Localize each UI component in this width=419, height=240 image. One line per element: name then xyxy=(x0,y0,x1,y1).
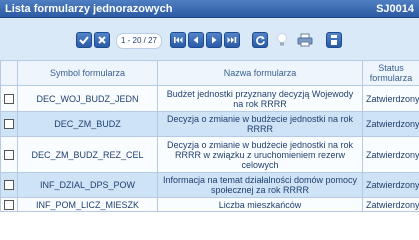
select-column-header xyxy=(0,60,18,86)
options-button[interactable] xyxy=(326,32,342,48)
row-checkbox[interactable] xyxy=(4,93,14,104)
status-column-header[interactable]: Status formularza xyxy=(362,60,419,86)
symbol-cell: DEC_WOJ_BUDZ_JEDN xyxy=(17,85,158,112)
symbol-column-header[interactable]: Symbol formularza xyxy=(17,60,158,86)
name-column-header[interactable]: Nazwa formularza xyxy=(157,60,363,86)
row-checkbox[interactable] xyxy=(4,199,14,210)
print-button[interactable] xyxy=(296,31,314,49)
previous-page-button[interactable] xyxy=(188,32,204,48)
first-page-button[interactable] xyxy=(170,32,186,48)
window-title: Lista formularzy jednorazowych xyxy=(5,2,173,15)
table-header-row: Symbol formularza Nazwa formularza Statu… xyxy=(0,60,419,86)
symbol-cell: DEC_ZM_BUDZ xyxy=(17,111,158,137)
name-cell: Informacja na temat działalności domów p… xyxy=(157,172,363,198)
toolbar: 1 - 20 / 27 xyxy=(0,18,419,60)
window-code: SJ0014 xyxy=(376,2,414,15)
symbol-cell: INF_POM_LICZ_MIESZK xyxy=(17,197,158,212)
close-icon xyxy=(98,36,106,44)
name-cell: Budżet jednostki przyznany decyzją Wojew… xyxy=(157,85,363,112)
name-cell: Liczba mieszkańców xyxy=(157,197,363,212)
forms-table: Symbol formularza Nazwa formularza Statu… xyxy=(0,60,419,212)
last-page-button[interactable] xyxy=(224,32,240,48)
table-row[interactable]: DEC_ZM_BUDZ_REZ_CEL Decyzja o zmianie w … xyxy=(0,136,419,173)
confirm-button[interactable] xyxy=(76,32,92,48)
table-row[interactable]: INF_DZIAL_DPS_POW Informacja na temat dz… xyxy=(0,172,419,198)
row-select-cell xyxy=(0,111,18,137)
row-checkbox[interactable] xyxy=(4,119,14,130)
last-page-icon xyxy=(227,37,237,43)
hint-button[interactable] xyxy=(273,31,291,49)
symbol-cell: INF_DZIAL_DPS_POW xyxy=(17,172,158,198)
window-titlebar: Lista formularzy jednorazowych SJ0014 xyxy=(0,0,419,18)
refresh-icon xyxy=(255,35,265,45)
name-cell: Decyzja o zmianie w budżecie jednostki n… xyxy=(157,111,363,137)
check-icon xyxy=(79,36,89,45)
cancel-button[interactable] xyxy=(94,32,110,48)
refresh-button[interactable] xyxy=(252,32,268,48)
first-page-icon xyxy=(174,37,183,43)
status-cell: Zatwierdzony xyxy=(362,111,419,137)
row-select-cell xyxy=(0,85,18,112)
table-row[interactable]: DEC_ZM_BUDZ Decyzja o zmianie w budżecie… xyxy=(0,111,419,137)
table-row[interactable]: INF_POM_LICZ_MIESZK Liczba mieszkańców Z… xyxy=(0,197,419,212)
row-checkbox[interactable] xyxy=(4,149,14,160)
lightbulb-icon xyxy=(277,33,287,46)
name-cell: Decyzja o zmianie w budżecie jednostki n… xyxy=(157,136,363,173)
next-icon xyxy=(212,36,217,44)
printer-icon xyxy=(297,33,313,47)
row-select-cell xyxy=(0,197,18,212)
page-info: 1 - 20 / 27 xyxy=(116,33,162,49)
form-icon xyxy=(331,35,337,45)
row-select-cell xyxy=(0,136,18,173)
table-row[interactable]: DEC_WOJ_BUDZ_JEDN Budżet jednostki przyz… xyxy=(0,85,419,112)
symbol-cell: DEC_ZM_BUDZ_REZ_CEL xyxy=(17,136,158,173)
row-select-cell xyxy=(0,172,18,198)
status-cell: Zatwierdzony xyxy=(362,197,419,212)
status-cell: Zatwierdzony xyxy=(362,172,419,198)
previous-icon xyxy=(193,36,198,44)
row-checkbox[interactable] xyxy=(4,180,14,191)
next-page-button[interactable] xyxy=(206,32,222,48)
status-cell: Zatwierdzony xyxy=(362,136,419,173)
status-cell: Zatwierdzony xyxy=(362,85,419,112)
